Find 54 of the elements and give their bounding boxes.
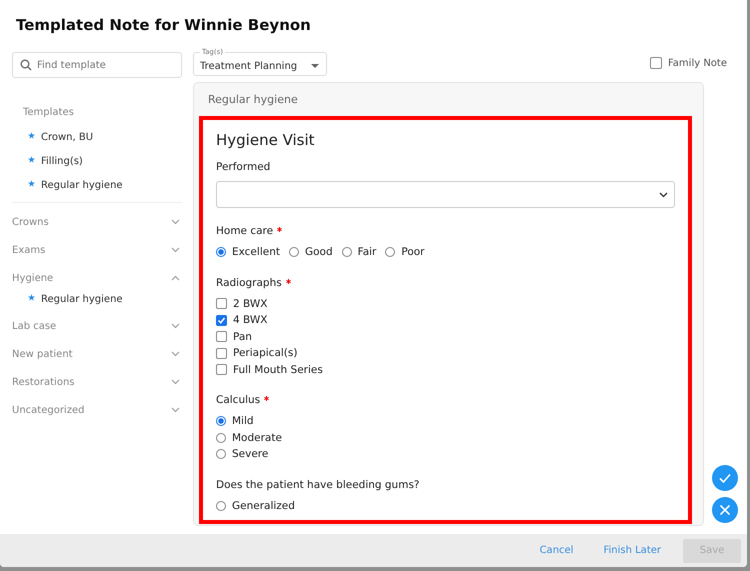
field-label: Home care [216,225,274,237]
field-label: Performed [216,161,270,173]
check-icon [217,316,226,325]
template-item[interactable]: Regular hygiene [41,294,123,305]
close-button[interactable] [712,497,738,523]
category-item[interactable]: New patient [12,340,182,368]
panel-title: Regular hygiene [207,92,299,108]
check-icon [718,471,732,485]
chevron-icon [659,192,668,198]
radio-option[interactable]: Moderate [216,430,675,445]
checkbox-option[interactable]: 4 BWX [216,313,675,328]
radio-option[interactable]: Generalized [216,498,675,513]
checkbox-option[interactable]: Full Mouth Series [216,362,675,377]
performed-select[interactable] [216,181,675,208]
category-item[interactable]: Hygiene [12,264,182,292]
chevron-icon [171,379,180,385]
close-icon [718,503,732,517]
chevron-icon [171,407,180,413]
field-label: Radiographs [216,276,282,288]
field-label: Does the patient have bleeding gums? [216,478,420,490]
chevron-icon [171,275,180,281]
star-icon [28,132,35,139]
radio-option[interactable]: Mild [216,414,675,428]
confirm-button[interactable] [712,465,738,491]
form-title: Hygiene Visit [216,131,316,149]
radio-option[interactable]: Severe [216,447,675,462]
category-item[interactable]: Uncategorized [12,396,182,424]
chevron-icon [171,351,180,357]
template-item[interactable]: Filling(s) [41,156,83,167]
star-icon [28,180,35,187]
category-item[interactable]: Lab case [12,312,182,340]
search-field[interactable]: Find template [12,52,182,78]
star-icon [28,294,35,301]
checkbox-option[interactable]: Periapical(s) [216,346,675,360]
chevron-icon [171,219,180,225]
window-title: Templated Note for Winnie Beynon [15,15,312,32]
chevron-icon [171,323,180,329]
family-note-checkbox[interactable]: Family Note [650,57,727,69]
category-item[interactable]: Restorations [12,368,182,396]
checkbox-option[interactable]: Pan [216,330,675,344]
category-item[interactable]: Exams [12,236,182,264]
template-item[interactable]: Regular hygiene [41,180,123,191]
checkbox-option[interactable]: 2 BWX [216,296,675,311]
radio-option[interactable]: Good [288,245,333,260]
section-heading: Templates [23,107,75,120]
caret-icon [311,64,319,68]
radio-option[interactable]: Excellent [216,245,280,260]
radio-option[interactable]: Poor [385,245,424,260]
star-icon [28,156,35,163]
radio-option[interactable]: Fair [342,245,376,260]
field-label: Calculus [216,394,260,406]
template-item[interactable]: Crown, BU [41,132,94,143]
chevron-icon [171,247,180,253]
category-item[interactable]: Crowns [12,208,182,236]
